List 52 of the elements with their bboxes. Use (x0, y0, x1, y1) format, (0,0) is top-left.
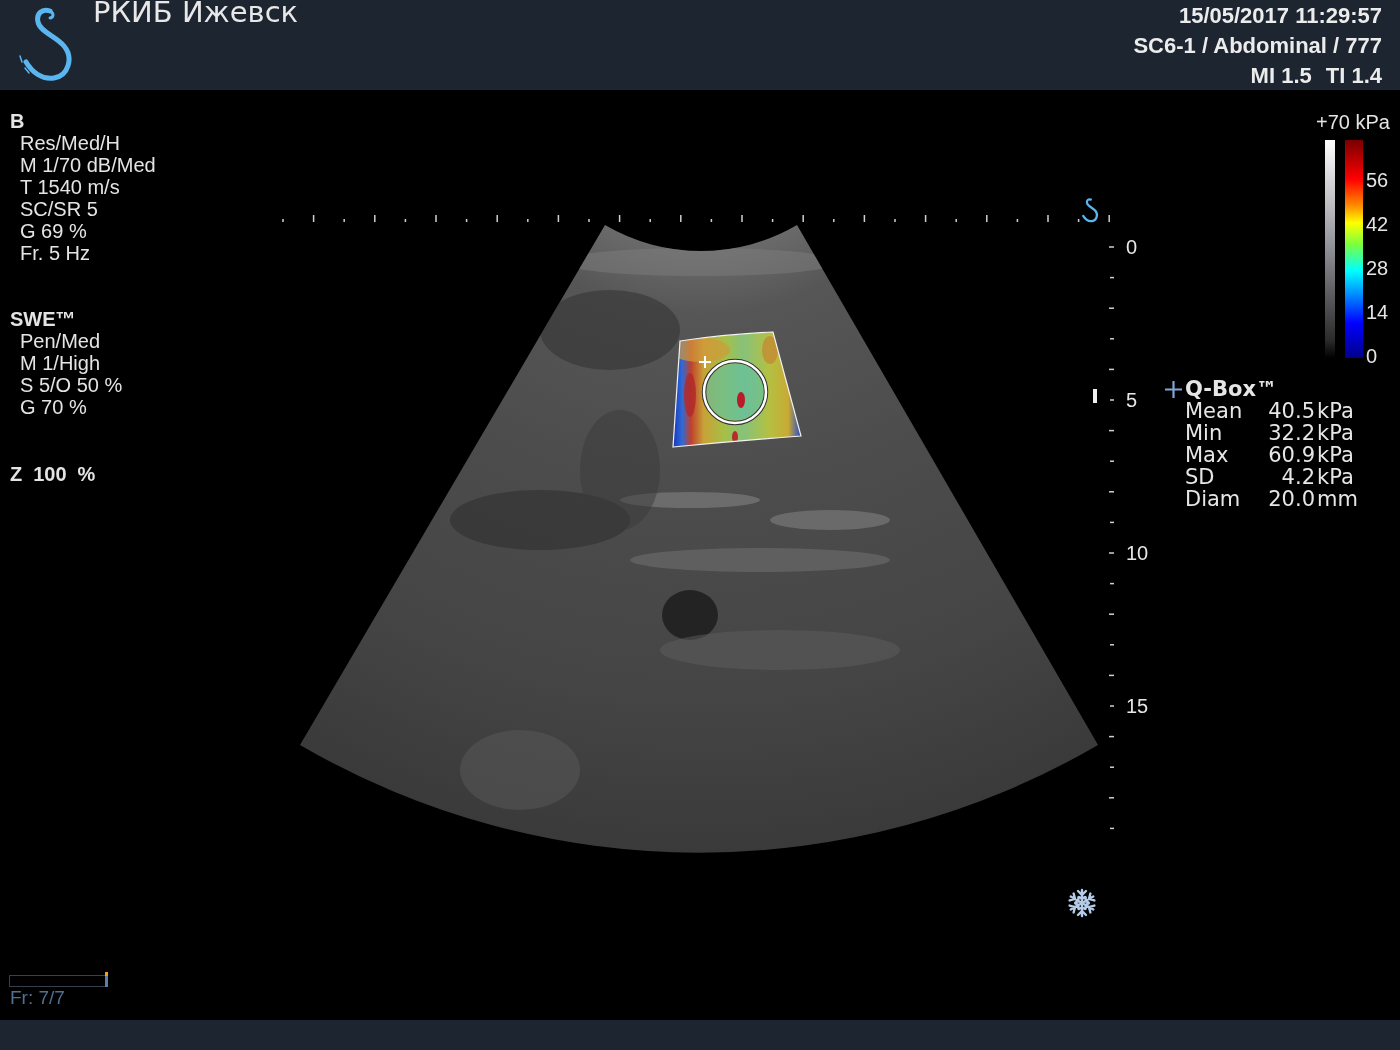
depth-label: 0 (1126, 236, 1138, 258)
crosshair-icon (698, 355, 712, 369)
measurement-circle (701, 358, 769, 426)
qbox-title: Q-Box™ (1185, 378, 1277, 400)
parameter-text: Fr. 5 Hz (19, 242, 91, 264)
mode-heading: B (10, 110, 26, 132)
measurement-unit: kPa (1317, 444, 1355, 466)
parameter-text: M 1/70 dB/Med (19, 154, 156, 176)
parameter-text: G 70 % (19, 396, 88, 418)
focus-marker-icon (1093, 389, 1097, 403)
scale-tick-label: 14 (1366, 300, 1390, 325)
clinic-name: РКИБ Ижевск (93, 0, 299, 27)
acoustic-index: TI 1.4 (1325, 62, 1382, 90)
measurement-label: Min (1185, 422, 1224, 444)
depth-label: 5 (1126, 389, 1138, 411)
depth-label: 15 (1126, 695, 1149, 717)
measurement-unit: kPa (1317, 400, 1355, 422)
parameter-text: Res/Med/H (19, 132, 122, 154)
measurement-unit: kPa (1317, 422, 1355, 444)
parameter-text: S 5/O 50 % (19, 374, 123, 396)
zoom-value: 100 (33, 463, 67, 485)
scale-tick-label: 0 (1366, 344, 1379, 369)
measurement-label: Mean (1185, 400, 1244, 422)
parameter-text: M 1/High (19, 352, 102, 374)
zoom-label: Z (10, 463, 23, 485)
measurement-value: 60.9 (1267, 444, 1315, 466)
scale-max-label: +70 kPa (1316, 111, 1390, 133)
zoom-unit: % (77, 463, 96, 485)
measurement-label: Max (1185, 444, 1230, 466)
measurement-value: 20.0 (1267, 488, 1315, 510)
scale-tick-label: 56 (1366, 168, 1390, 193)
measurement-label: SD (1185, 466, 1216, 488)
measurement-unit: mm (1317, 488, 1359, 510)
parameter-text: T 1540 m/s (19, 176, 121, 198)
mode-heading: SWE™ (10, 308, 77, 330)
probe-preset: SC6-1 / Abdominal / 777 (1133, 32, 1382, 60)
measurement-value: 32.2 (1267, 422, 1315, 444)
scale-tick-label: 42 (1366, 212, 1390, 237)
scale-tick-label: 28 (1366, 256, 1390, 281)
measurement-value: 40.5 (1267, 400, 1315, 422)
plus-icon (1165, 380, 1182, 398)
parameter-text: G 69 % (19, 220, 88, 242)
acoustic-index: MI 1.5 (1250, 62, 1312, 90)
orientation-mark-icon (1082, 198, 1099, 223)
measurement-unit: kPa (1317, 466, 1355, 488)
parameter-text: SC/SR 5 (19, 198, 99, 220)
measurement-label: Diam (1185, 488, 1242, 510)
depth-label: 10 (1126, 542, 1149, 564)
measurement-value: 4.2 (1280, 466, 1315, 488)
exam-datetime: 15/05/2017 11:29:57 (1177, 2, 1382, 30)
parameter-text: Pen/Med (19, 330, 102, 352)
frame-counter: Fr: 7/7 (10, 988, 66, 1008)
